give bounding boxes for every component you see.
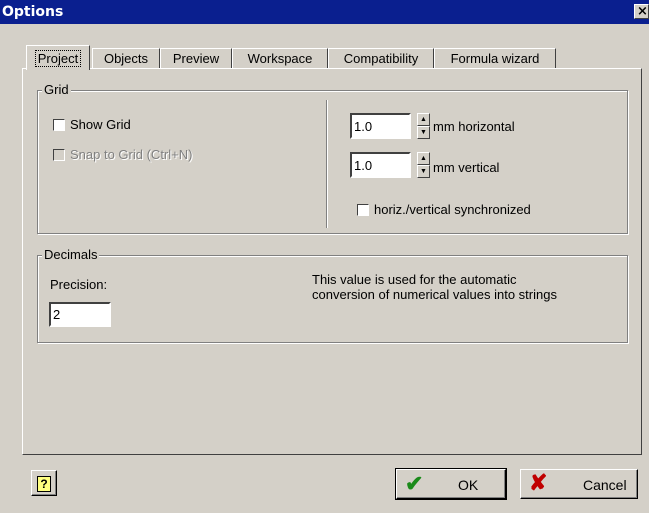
title-bar: Options × — [0, 0, 649, 24]
precision-input[interactable] — [49, 302, 111, 327]
horizontal-grid-input[interactable] — [350, 113, 411, 139]
tab-label: Project — [34, 50, 82, 67]
sync-checkbox[interactable] — [357, 204, 369, 216]
ok-button[interactable]: ✔ OK — [395, 468, 507, 500]
tab-formula-wizard[interactable]: Formula wizard — [434, 48, 556, 68]
tab-label: Compatibility — [343, 51, 419, 66]
horizontal-spinner[interactable]: ▲ ▼ — [417, 113, 430, 139]
precision-label: Precision: — [50, 277, 108, 292]
window-title: Options — [2, 4, 64, 20]
show-grid-label[interactable]: Show Grid — [70, 117, 131, 133]
grid-divider — [326, 100, 328, 228]
ok-label: OK — [458, 477, 479, 493]
snap-to-grid-checkbox — [53, 149, 65, 161]
close-icon: × — [637, 4, 648, 19]
tab-preview[interactable]: Preview — [160, 48, 232, 68]
vertical-spinner[interactable]: ▲ ▼ — [417, 152, 430, 178]
help-icon: ? — [37, 476, 51, 492]
tab-label: Workspace — [247, 51, 313, 66]
tab-workspace[interactable]: Workspace — [232, 48, 328, 68]
precision-info-line-2: conversion of numerical values into stri… — [312, 287, 557, 302]
spin-down-icon[interactable]: ▼ — [417, 126, 430, 139]
tab-label: Objects — [103, 51, 149, 66]
vertical-grid-input[interactable] — [350, 152, 411, 178]
sync-label[interactable]: horiz./vertical synchronized — [374, 202, 531, 218]
tab-project[interactable]: Project — [26, 45, 90, 70]
tab-label: Formula wizard — [450, 51, 540, 66]
vertical-unit-label: mm vertical — [433, 160, 500, 175]
checkmark-icon: ✔ — [405, 471, 424, 496]
spin-down-icon[interactable]: ▼ — [417, 165, 430, 178]
tab-label: Preview — [172, 51, 220, 66]
help-button[interactable]: ? — [31, 470, 57, 496]
x-mark-icon: ✘ — [529, 470, 548, 495]
cancel-button[interactable]: ✘ Cancel — [520, 469, 638, 499]
grid-group-label: Grid — [42, 82, 71, 98]
horizontal-unit-label: mm horizontal — [433, 119, 515, 134]
cancel-label: Cancel — [583, 477, 627, 493]
tab-objects[interactable]: Objects — [92, 48, 160, 68]
tab-compatibility[interactable]: Compatibility — [328, 48, 434, 68]
snap-to-grid-label: Snap to Grid (Ctrl+N) — [70, 147, 193, 162]
decimals-group-label: Decimals — [42, 247, 100, 263]
close-button[interactable]: × — [634, 4, 649, 19]
spin-up-icon[interactable]: ▲ — [417, 113, 430, 126]
precision-info-line-1: This value is used for the automatic — [312, 272, 517, 287]
spin-up-icon[interactable]: ▲ — [417, 152, 430, 165]
show-grid-checkbox[interactable] — [53, 119, 65, 131]
